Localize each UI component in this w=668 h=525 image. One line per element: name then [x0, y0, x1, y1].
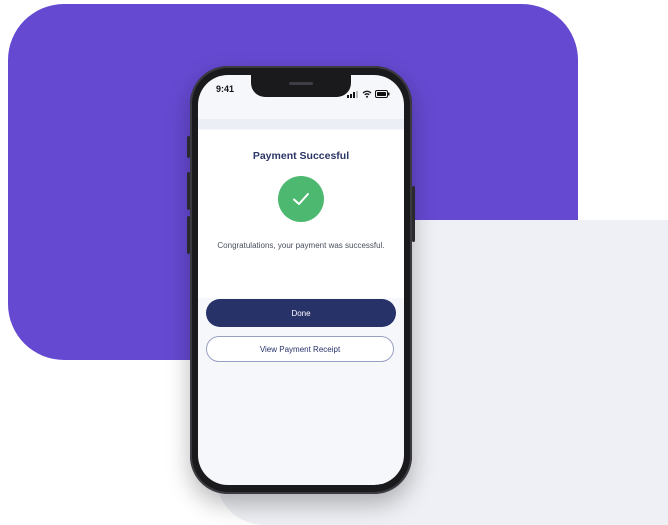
promo-stage: 9:41 Payment Succesful Congratulations, … — [0, 0, 668, 525]
phone-screen: 9:41 Payment Succesful Congratulations, … — [198, 75, 404, 485]
screen-header-strip — [198, 119, 404, 129]
status-time: 9:41 — [216, 84, 235, 94]
phone-volume-up — [187, 172, 190, 210]
wifi-icon — [362, 85, 372, 103]
payment-message: Congratulations, your payment was succes… — [217, 241, 385, 250]
payment-title: Payment Succesful — [252, 150, 350, 162]
speaker-grille — [289, 82, 313, 85]
checkmark-icon — [278, 176, 324, 222]
phone-power-button — [412, 186, 415, 242]
phone-mockup: 9:41 Payment Succesful Congratulations, … — [187, 66, 415, 494]
view-receipt-button[interactable]: View Payment Receipt — [206, 336, 394, 362]
status-icons — [347, 85, 390, 103]
done-button[interactable]: Done — [206, 299, 396, 327]
signal-icon — [347, 90, 359, 98]
battery-icon — [375, 85, 390, 103]
payment-success-card: Payment Succesful Congratulations, your … — [198, 130, 404, 298]
phone-mute-switch — [187, 136, 190, 158]
phone-notch — [251, 75, 351, 97]
phone-volume-down — [187, 216, 190, 254]
